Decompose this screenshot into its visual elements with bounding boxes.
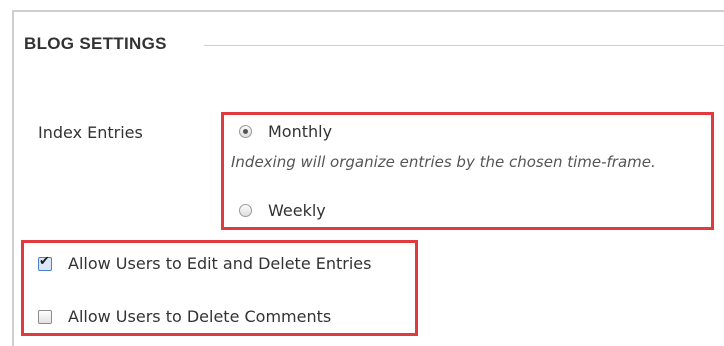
checkbox-edit-entries-label: Allow Users to Edit and Delete Entries xyxy=(68,254,372,273)
blog-settings-page: BLOG SETTINGS Index Entries Monthly Inde… xyxy=(0,0,724,346)
checkbox-allow-edit-delete-entries[interactable]: ✔ Allow Users to Edit and Delete Entries xyxy=(38,254,371,273)
checkbox-allow-delete-comments[interactable]: Allow Users to Delete Comments xyxy=(38,307,331,326)
radio-weekly-label: Weekly xyxy=(268,201,326,220)
radio-monthly-label: Monthly xyxy=(268,122,333,141)
panel-left-border xyxy=(12,10,14,346)
checkmark-icon: ✔ xyxy=(39,253,50,269)
radio-monthly-icon[interactable] xyxy=(239,125,252,138)
section-title: BLOG SETTINGS xyxy=(24,34,167,53)
checkbox-delete-comments-icon[interactable] xyxy=(38,309,52,324)
section-divider xyxy=(204,45,724,46)
radio-option-weekly[interactable]: Weekly xyxy=(239,201,326,220)
checkbox-delete-comments-label: Allow Users to Delete Comments xyxy=(68,307,332,326)
panel-top-border xyxy=(12,10,724,12)
index-help-text: Indexing will organize entries by the ch… xyxy=(231,153,656,171)
radio-option-monthly[interactable]: Monthly xyxy=(239,122,332,141)
radio-weekly-icon[interactable] xyxy=(239,204,252,217)
checkbox-edit-entries-icon[interactable]: ✔ xyxy=(38,253,52,271)
index-entries-label: Index Entries xyxy=(38,123,143,142)
